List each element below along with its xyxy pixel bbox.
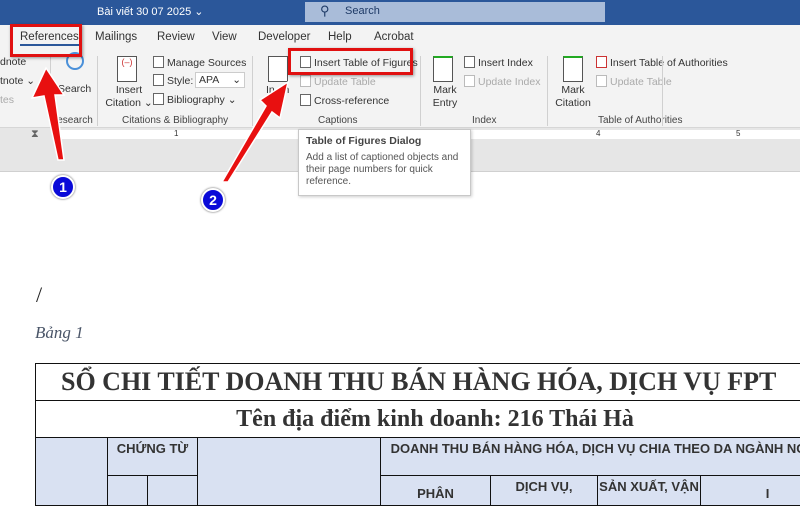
header-phan-phoi: PHÂN xyxy=(381,476,491,506)
table-header-cell xyxy=(36,438,108,506)
step-badge-1: 1 xyxy=(51,175,75,199)
step-badge-2: 2 xyxy=(201,188,225,212)
table-title: SỔ CHI TIẾT DOANH THU BÁN HÀNG HÓA, DỊCH… xyxy=(36,364,800,401)
revenue-table: SỔ CHI TIẾT DOANH THU BÁN HÀNG HÓA, DỊCH… xyxy=(35,363,800,506)
arrow-2-icon xyxy=(222,82,288,182)
table-location: Tên địa điểm kinh doanh: 216 Thái Hà xyxy=(36,401,800,438)
table-caption[interactable]: Bảng 1 xyxy=(35,323,84,343)
table-header-cell xyxy=(108,476,148,506)
annotation-arrows xyxy=(0,0,800,220)
table-header-cell xyxy=(148,476,198,506)
arrow-1-icon xyxy=(32,68,64,160)
table-header-cell xyxy=(198,438,381,506)
header-dich-vu: DỊCH VỤ, xyxy=(491,476,598,506)
header-other: I xyxy=(701,476,800,506)
header-chung-tu: CHỨNG TỪ xyxy=(108,438,198,476)
header-san-xuat: SẢN XUẤT, VẬN xyxy=(598,476,701,506)
header-doanh-thu: DOANH THU BÁN HÀNG HÓA, DỊCH VỤ CHIA THE… xyxy=(381,438,800,476)
text-cursor-mark: / xyxy=(36,282,42,308)
